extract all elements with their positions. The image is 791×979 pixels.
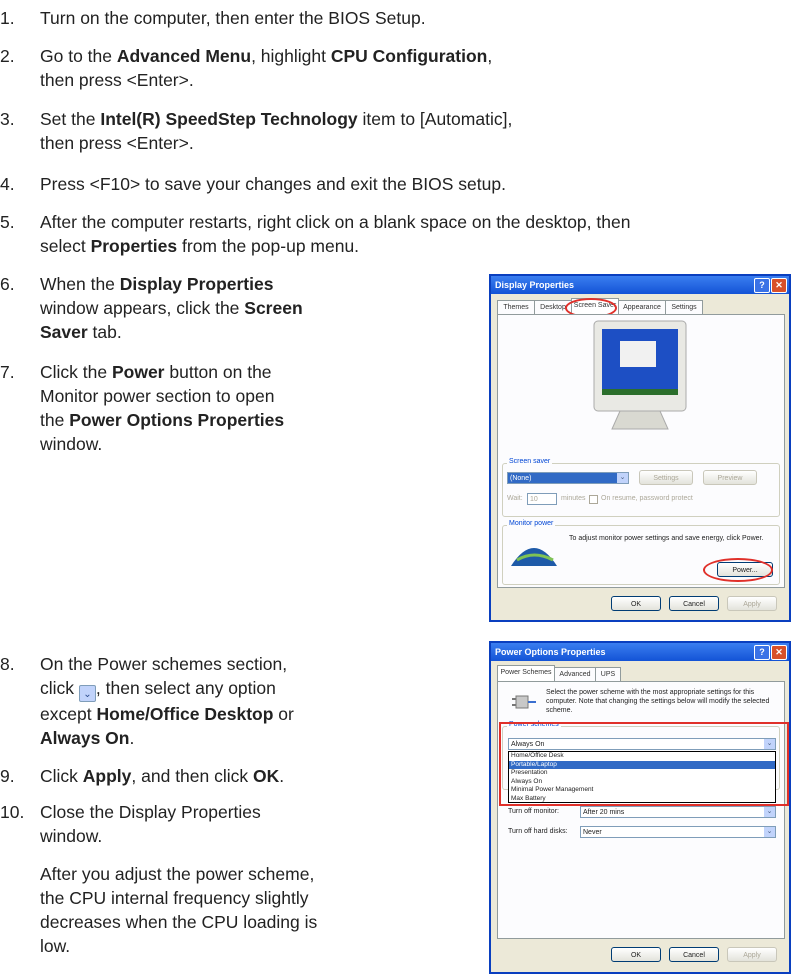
step-5: 5. After the computer restarts, right cl… — [0, 212, 631, 256]
highlight-box — [499, 722, 789, 806]
cancel-button[interactable]: Cancel — [669, 947, 719, 962]
step-number: 1. — [0, 8, 15, 28]
step-4: 4. Press <F10> to save your changes and … — [0, 172, 791, 196]
wait-label: Wait: — [507, 495, 523, 502]
chevron-down-icon: ⌄ — [764, 807, 775, 817]
step-number: 2. — [0, 46, 15, 66]
step-text: Press <F10> to save your changes and exi… — [40, 174, 506, 194]
minutes-label: minutes — [561, 495, 586, 502]
monitor-window — [620, 341, 656, 367]
step-7: 7. Click the Power button on the Monitor … — [0, 362, 285, 454]
cancel-button[interactable]: Cancel — [669, 596, 719, 611]
tab-power-schemes[interactable]: Power Schemes — [497, 665, 555, 682]
step-number: 4. — [0, 174, 15, 194]
turn-off-monitor-label: Turn off monitor: — [508, 808, 559, 815]
help-button[interactable]: ? — [754, 278, 770, 293]
step-1: 1. Turn on the computer, then enter the … — [0, 6, 791, 30]
resume-checkbox[interactable] — [589, 495, 598, 504]
step-2: 2. Go to the Advanced Menu, highlight CP… — [0, 46, 493, 90]
preview-button[interactable]: Preview — [703, 470, 757, 485]
step-text: Turn on the computer, then enter the BIO… — [40, 8, 426, 28]
display-properties-window: Display Properties ? ✕ Themes Desktop Sc… — [489, 274, 791, 622]
step-9: 9. Click Apply, and then click OK. — [0, 766, 285, 786]
ok-button[interactable]: OK — [611, 596, 661, 611]
monitor-power-text: To adjust monitor power settings and sav… — [569, 535, 764, 542]
resume-label: On resume, password protect — [601, 495, 693, 502]
monitor-preview — [593, 320, 687, 430]
intro-text: Select the power scheme with the most ap… — [546, 689, 770, 714]
step-number: 3. — [0, 109, 15, 129]
step-number: 6. — [0, 274, 15, 294]
turn-off-monitor-select[interactable]: After 20 mins ⌄ — [580, 806, 776, 818]
screen-saver-group: Screen saver (None) ⌄ Settings Preview W… — [502, 458, 780, 517]
tab-advanced[interactable]: Advanced — [554, 667, 596, 681]
step-number: 9. — [0, 766, 15, 786]
wait-spinner[interactable]: 10 — [527, 493, 557, 505]
ok-button[interactable]: OK — [611, 947, 661, 962]
group-label: Screen saver — [507, 458, 553, 465]
apply-button[interactable]: Apply — [727, 596, 777, 611]
title-bar: Display Properties ? ✕ — [491, 276, 789, 294]
step-number: 5. — [0, 212, 15, 232]
energy-star-logo — [511, 548, 557, 566]
turn-off-disks-select[interactable]: Never ⌄ — [580, 826, 776, 838]
screen-saver-select[interactable]: (None) ⌄ — [507, 472, 629, 484]
step-number: 8. — [0, 654, 15, 674]
monitor-taskbar — [602, 389, 678, 395]
step-number: 10. — [0, 802, 25, 822]
step-8: 8. On the Power schemes section, click ⌄,… — [0, 654, 294, 748]
monitor-stand — [611, 410, 669, 430]
tab-settings[interactable]: Settings — [665, 300, 703, 314]
close-button[interactable]: ✕ — [771, 278, 787, 293]
highlight-ring — [703, 558, 773, 582]
window-title: Power Options Properties — [495, 647, 606, 657]
tab-ups[interactable]: UPS — [595, 667, 621, 681]
apply-button[interactable]: Apply — [727, 947, 777, 962]
power-plug-icon — [512, 695, 536, 709]
step-10: 10. Close the Display Properties window. — [0, 802, 261, 846]
group-label: Monitor power — [507, 520, 556, 527]
note: After you adjust the power scheme, the CP… — [40, 864, 318, 956]
power-schemes-panel: Select the power scheme with the most ap… — [497, 681, 785, 939]
turn-off-disks-label: Turn off hard disks: — [508, 828, 568, 835]
power-options-window: Power Options Properties ? ✕ Power Schem… — [489, 641, 791, 974]
screen-saver-panel: Screen saver (None) ⌄ Settings Preview W… — [497, 314, 785, 588]
tab-themes[interactable]: Themes — [497, 300, 535, 314]
title-bar: Power Options Properties ? ✕ — [491, 643, 789, 661]
settings-button[interactable]: Settings — [639, 470, 693, 485]
close-button[interactable]: ✕ — [771, 645, 787, 660]
help-button[interactable]: ? — [754, 645, 770, 660]
step-6: 6. When the Display Properties window app… — [0, 274, 303, 342]
step-3: 3. Set the Intel(R) SpeedStep Technology… — [0, 109, 513, 153]
chevron-down-icon: ⌄ — [617, 473, 628, 483]
tab-appearance[interactable]: Appearance — [618, 300, 666, 314]
chevron-down-icon: ⌄ — [78, 685, 96, 702]
window-title: Display Properties — [495, 280, 575, 290]
chevron-down-icon: ⌄ — [764, 827, 775, 837]
step-number: 7. — [0, 362, 15, 382]
